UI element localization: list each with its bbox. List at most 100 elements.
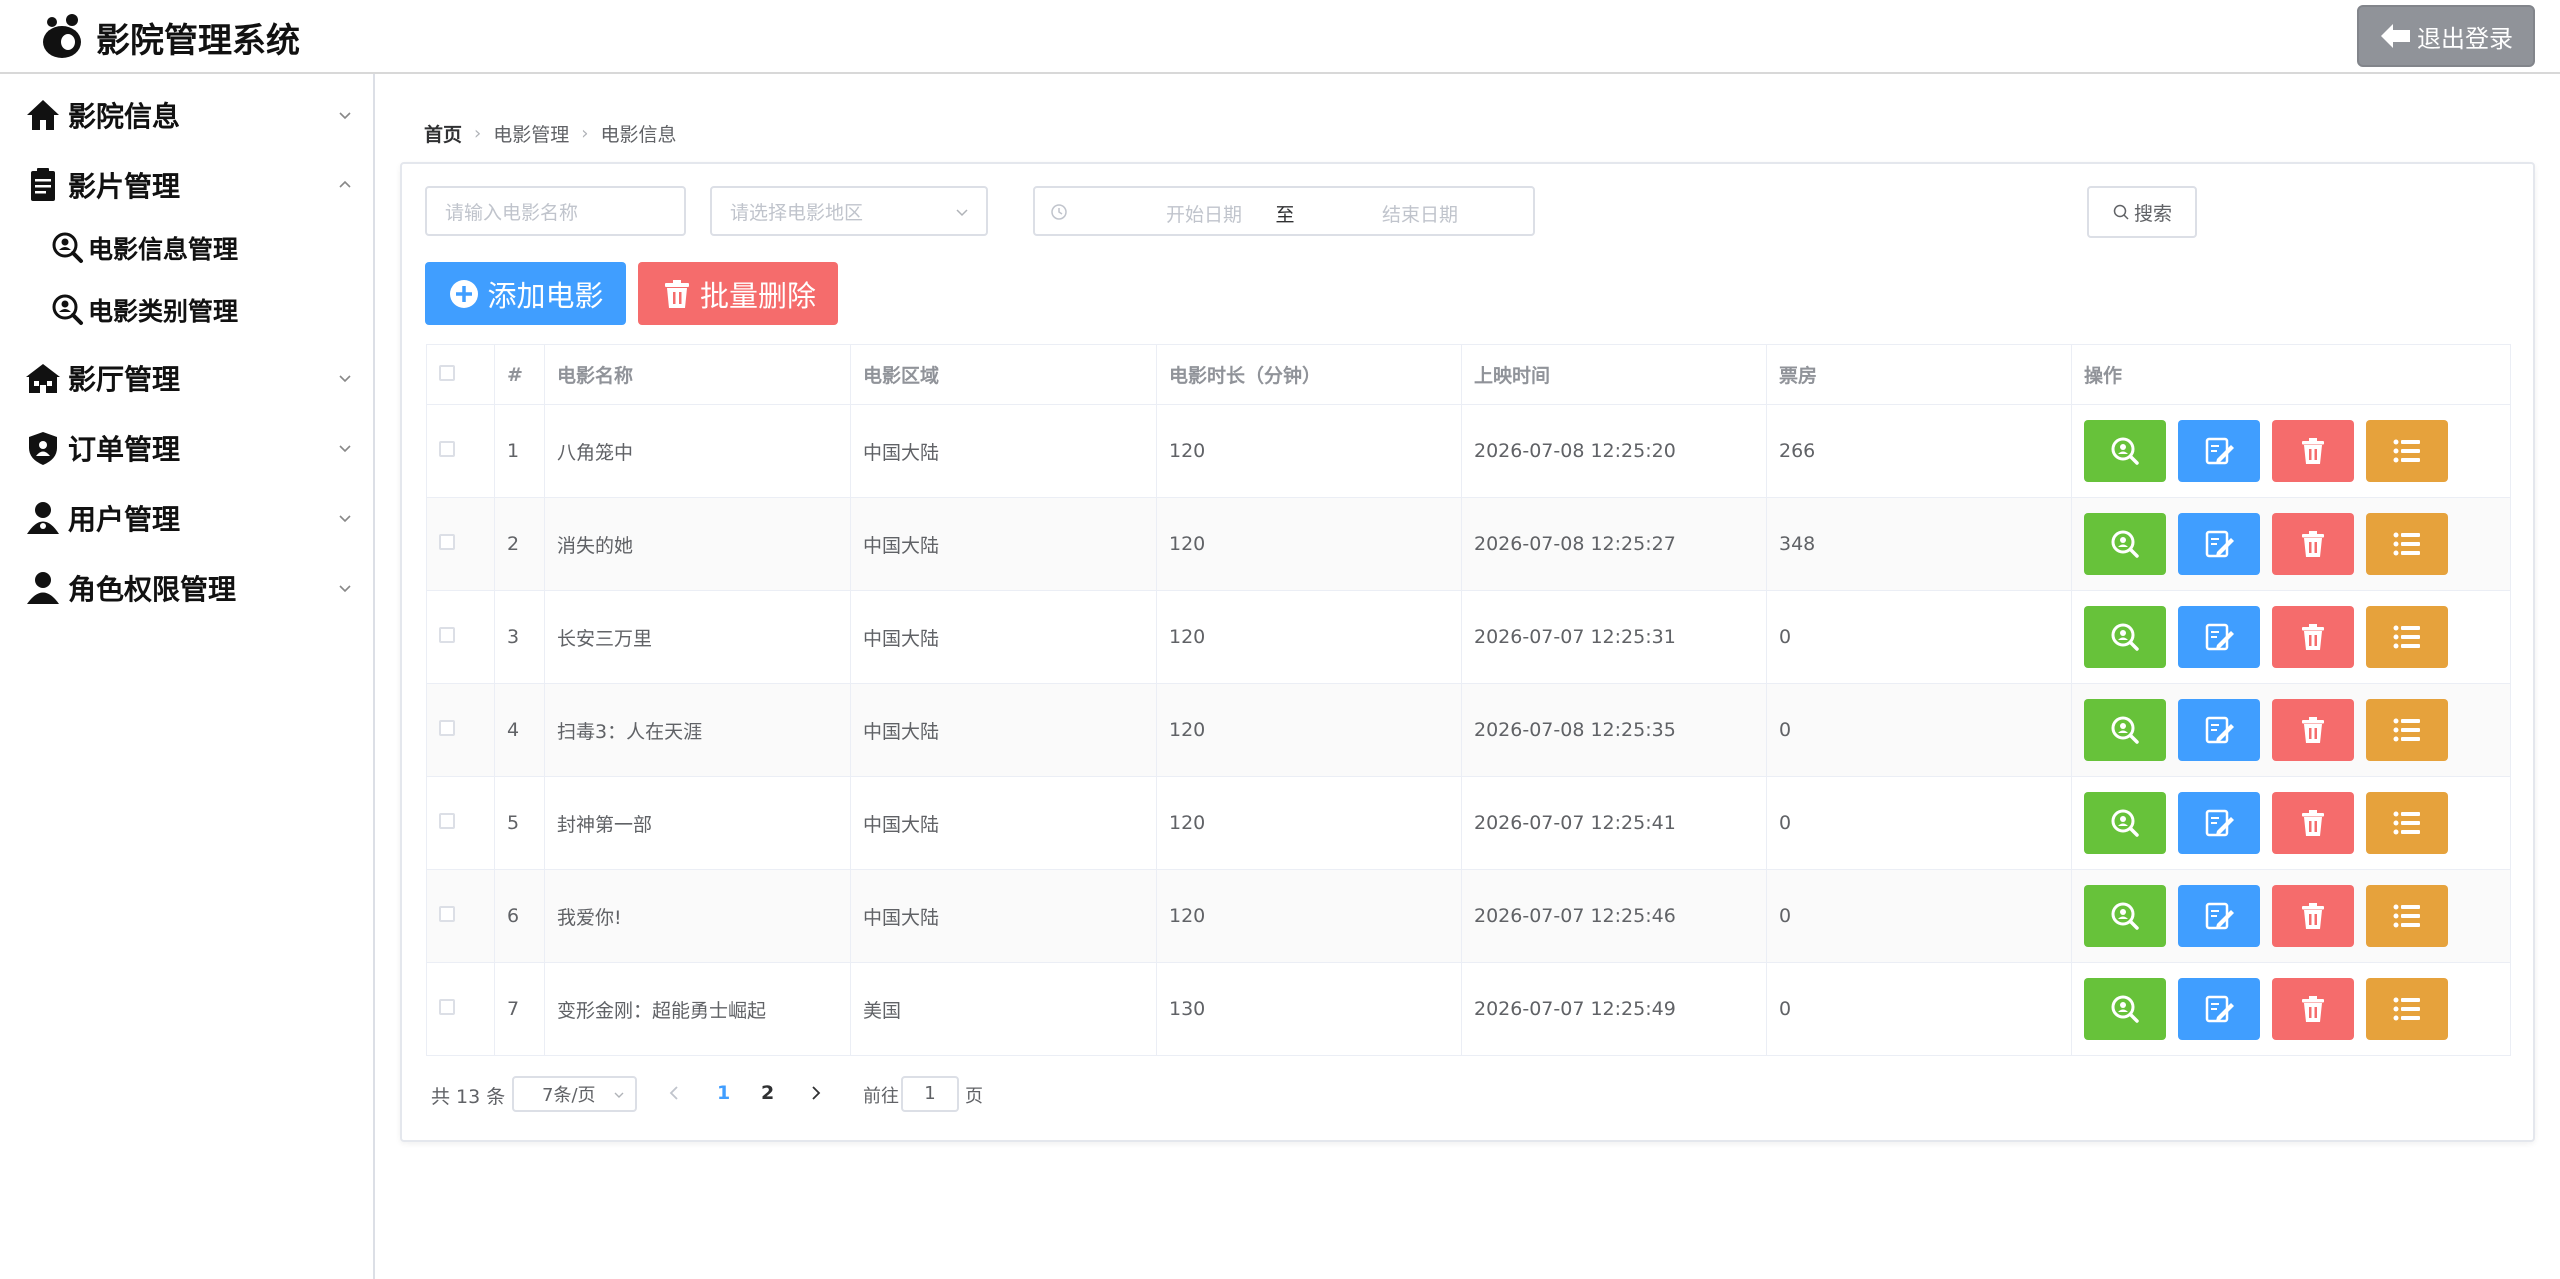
view-button[interactable] <box>2084 978 2166 1040</box>
sidebar-subitem-movie-category[interactable]: 电影类别管理 <box>50 290 238 330</box>
search-button[interactable]: 搜索 <box>2087 186 2197 238</box>
delete-button[interactable] <box>2272 792 2354 854</box>
add-movie-button[interactable]: 添加电影 <box>425 262 626 325</box>
sidebar-subitem-label: 电影类别管理 <box>88 297 239 326</box>
row-checkbox[interactable] <box>439 720 455 736</box>
cell-index: 2 <box>494 497 545 591</box>
sidebar-item-movie-management[interactable]: 影片管理 <box>24 162 354 208</box>
sidebar-item-role-permission[interactable]: 角色权限管理 <box>24 565 354 611</box>
total-count: 共 13 条 <box>431 1085 506 1108</box>
sidebar-item-user-management[interactable]: 用户管理 <box>24 495 354 541</box>
view-button[interactable] <box>2084 606 2166 668</box>
detail-list-button[interactable] <box>2366 513 2448 575</box>
detail-list-button[interactable] <box>2366 420 2448 482</box>
cell-box-office: 0 <box>1766 590 2072 684</box>
edit-button[interactable] <box>2178 978 2260 1040</box>
magnifier-person-icon <box>2111 437 2139 465</box>
page-number-1[interactable]: 1 <box>717 1082 730 1104</box>
delete-button[interactable] <box>2272 978 2354 1040</box>
column-header-name: 电影名称 <box>544 344 851 405</box>
row-checkbox[interactable] <box>439 999 455 1015</box>
edit-button[interactable] <box>2178 606 2260 668</box>
delete-button[interactable] <box>2272 885 2354 947</box>
trash-icon <box>664 279 689 308</box>
row-checkbox[interactable] <box>439 534 455 550</box>
cell-duration: 120 <box>1156 683 1462 777</box>
view-button[interactable] <box>2084 699 2166 761</box>
cell-name: 八角笼中 <box>544 404 851 498</box>
page-number-2[interactable]: 2 <box>761 1082 774 1104</box>
trash-icon <box>2302 438 2324 464</box>
column-header-region: 电影区域 <box>850 344 1157 405</box>
delete-button[interactable] <box>2272 606 2354 668</box>
detail-list-button[interactable] <box>2366 699 2448 761</box>
sidebar-subitem-label: 电影信息管理 <box>88 235 239 264</box>
next-page-icon[interactable] <box>808 1083 824 1103</box>
movie-region-select[interactable]: 请选择电影地区 <box>710 186 988 236</box>
release-date-range[interactable]: 开始日期 至 结束日期 <box>1033 186 1535 236</box>
end-date-placeholder[interactable]: 结束日期 <box>1345 200 1495 227</box>
range-separator: 至 <box>1275 204 1295 226</box>
breadcrumb-movie-management[interactable]: 电影管理 <box>493 120 569 147</box>
movie-name-input[interactable]: 请输入电影名称 <box>425 186 686 236</box>
sidebar-item-cinema-info[interactable]: 影院信息 <box>24 92 354 138</box>
delete-button[interactable] <box>2272 420 2354 482</box>
prev-page-icon[interactable] <box>666 1083 682 1103</box>
cell-name: 扫毒3：人在天涯 <box>544 683 851 777</box>
edit-button[interactable] <box>2178 420 2260 482</box>
cell-box-office: 266 <box>1766 404 2072 498</box>
trash-icon <box>2302 624 2324 650</box>
edit-button[interactable] <box>2178 792 2260 854</box>
row-checkbox[interactable] <box>439 441 455 457</box>
detail-list-button[interactable] <box>2366 792 2448 854</box>
sidebar-item-order-management[interactable]: 订单管理 <box>24 425 354 471</box>
magnifier-person-icon <box>2111 995 2139 1023</box>
page-size-select[interactable]: 7条/页 <box>512 1076 637 1112</box>
cell-name: 长安三万里 <box>544 590 851 684</box>
cell-duration: 120 <box>1156 776 1462 870</box>
app-title: 影院管理系统 <box>96 20 300 61</box>
logout-button[interactable]: 退出登录 <box>2357 5 2535 67</box>
row-checkbox[interactable] <box>439 906 455 922</box>
start-date-placeholder[interactable]: 开始日期 <box>1129 200 1279 227</box>
cell-region: 中国大陆 <box>850 776 1157 870</box>
clock-icon <box>1051 204 1067 220</box>
table-row: 4 扫毒3：人在天涯 中国大陆 120 2026-07-08 12:25:35 … <box>426 683 2511 777</box>
cell-actions <box>2071 683 2511 777</box>
edit-button[interactable] <box>2178 699 2260 761</box>
detail-list-button[interactable] <box>2366 978 2448 1040</box>
table-row: 3 长安三万里 中国大陆 120 2026-07-07 12:25:31 0 <box>426 590 2511 684</box>
chevron-up-icon <box>339 180 351 188</box>
logo: 影院管理系统 <box>38 12 300 62</box>
view-button[interactable] <box>2084 885 2166 947</box>
table-row: 7 变形金刚：超能勇士崛起 美国 130 2026-07-07 12:25:49… <box>426 962 2511 1056</box>
chevron-down-icon <box>339 445 351 453</box>
sidebar-subitem-movie-info[interactable]: 电影信息管理 <box>50 228 238 268</box>
edit-icon <box>2205 437 2234 465</box>
cell-duration: 120 <box>1156 869 1462 963</box>
edit-button[interactable] <box>2178 885 2260 947</box>
chevron-down-icon <box>339 585 351 593</box>
sidebar-item-hall-management[interactable]: 影厅管理 <box>24 355 354 401</box>
cell-region: 中国大陆 <box>850 497 1157 591</box>
delete-button[interactable] <box>2272 513 2354 575</box>
row-checkbox[interactable] <box>439 627 455 643</box>
batch-delete-button[interactable]: 批量删除 <box>638 262 838 325</box>
header-select-all[interactable] <box>426 344 495 405</box>
view-button[interactable] <box>2084 792 2166 854</box>
detail-list-button[interactable] <box>2366 885 2448 947</box>
select-all-checkbox[interactable] <box>439 364 455 381</box>
cell-index: 5 <box>494 776 545 870</box>
delete-button[interactable] <box>2272 699 2354 761</box>
breadcrumb-home[interactable]: 首页 <box>424 120 462 147</box>
view-button[interactable] <box>2084 420 2166 482</box>
pagination-total: 共 13 条 <box>431 1077 505 1113</box>
edit-button[interactable] <box>2178 513 2260 575</box>
row-checkbox[interactable] <box>439 813 455 829</box>
detail-list-button[interactable] <box>2366 606 2448 668</box>
goto-label: 前往 <box>863 1086 899 1107</box>
goto-page-input[interactable]: 1 <box>901 1076 959 1112</box>
view-button[interactable] <box>2084 513 2166 575</box>
list-icon <box>2393 625 2420 649</box>
search-icon <box>2113 204 2129 220</box>
